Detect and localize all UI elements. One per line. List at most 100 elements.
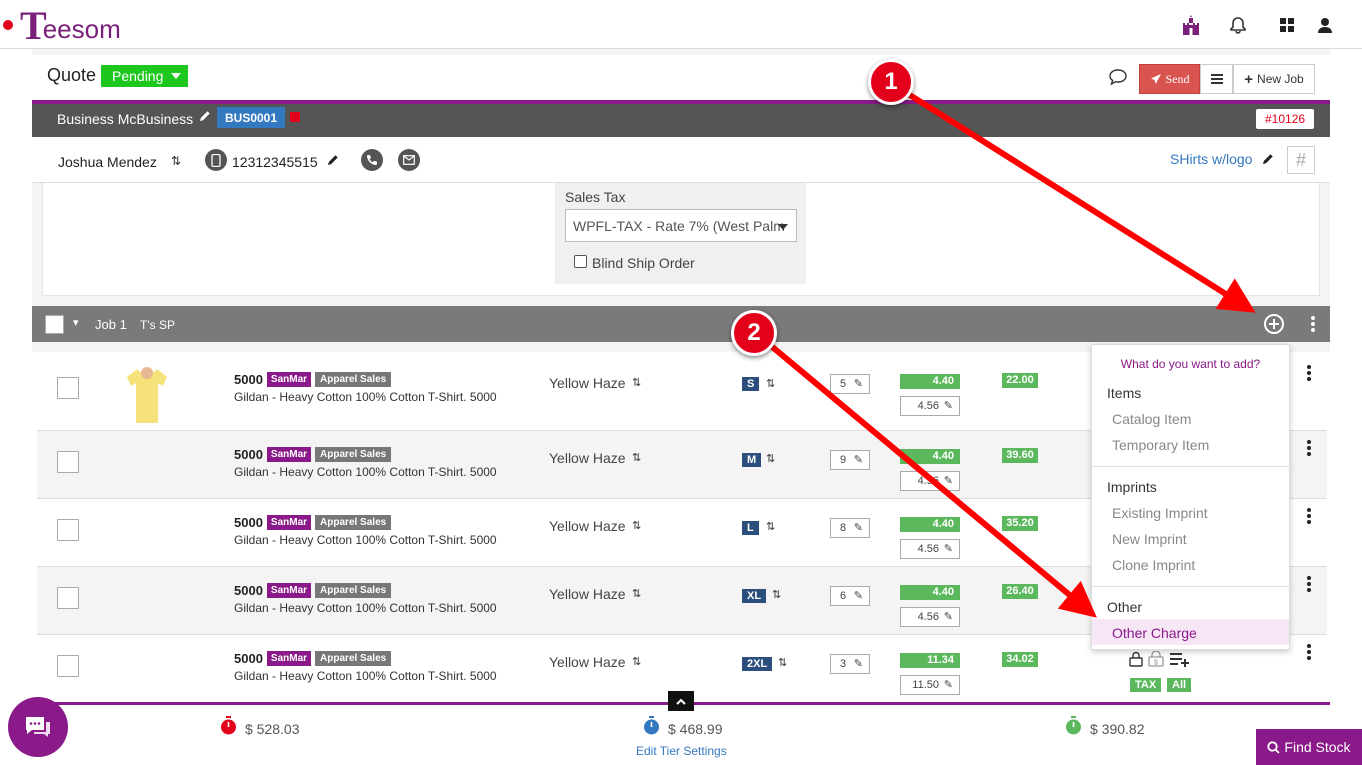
menu-item-new-imprint[interactable]: New Imprint xyxy=(1112,531,1187,547)
job-name-link[interactable]: SHirts w/logo xyxy=(1170,151,1252,167)
swap-color-icon[interactable]: ⇅ xyxy=(632,376,641,389)
item-description: Gildan - Heavy Cotton 100% Cotton T-Shir… xyxy=(234,533,497,547)
callout-step-1: 1 xyxy=(868,59,914,105)
menu-button[interactable] xyxy=(1200,64,1233,94)
chevron-down-icon[interactable]: ▾ xyxy=(73,316,79,329)
price-override-field[interactable]: 4.56 ✎ xyxy=(900,396,960,416)
job-bar xyxy=(32,306,1330,342)
job-name[interactable]: T's SP xyxy=(140,318,175,332)
new-job-button[interactable]: + New Job xyxy=(1233,64,1315,94)
email-icon[interactable] xyxy=(398,149,420,171)
user-icon[interactable] xyxy=(1314,14,1336,36)
unit-price: 4.40 xyxy=(900,585,960,600)
find-stock-button[interactable]: Find Stock xyxy=(1256,729,1362,765)
swap-size-icon[interactable]: ⇅ xyxy=(766,520,775,533)
pencil-icon[interactable] xyxy=(199,110,211,125)
price-override-field[interactable]: 4.56 ✎ xyxy=(900,539,960,559)
swap-contact-icon[interactable]: ⇅ xyxy=(171,154,181,168)
pencil-icon[interactable] xyxy=(1262,153,1274,168)
job-kebab-icon[interactable] xyxy=(1311,316,1315,334)
row-kebab-icon[interactable] xyxy=(1307,644,1311,662)
row-checkbox[interactable] xyxy=(57,519,79,541)
send-button[interactable]: Send xyxy=(1139,64,1200,94)
pencil-icon: ✎ xyxy=(943,475,953,487)
tshirt-image[interactable] xyxy=(125,367,169,428)
bell-icon[interactable] xyxy=(1227,14,1249,36)
contact-phone[interactable]: 12312345515 xyxy=(232,154,318,170)
row-kebab-icon[interactable] xyxy=(1307,365,1311,383)
sales-tax-select[interactable]: WPFL-TAX - Rate 7% (West Palm xyxy=(565,209,797,242)
menu-item-catalog-item[interactable]: Catalog Item xyxy=(1112,411,1191,427)
item-color[interactable]: Yellow Haze xyxy=(549,586,626,602)
lock-icon[interactable] xyxy=(1129,651,1143,670)
swap-color-icon[interactable]: ⇅ xyxy=(632,655,641,668)
grid-icon[interactable] xyxy=(1276,14,1298,36)
tax-tag[interactable]: TAX xyxy=(1130,678,1162,692)
pencil-icon: ✎ xyxy=(853,590,863,602)
row-kebab-icon[interactable] xyxy=(1307,576,1311,594)
menu-item-clone-imprint[interactable]: Clone Imprint xyxy=(1112,557,1195,573)
comment-icon[interactable] xyxy=(1108,68,1128,89)
quantity-field[interactable]: 5 ✎ xyxy=(830,374,870,394)
menu-item-other-charge[interactable]: Other Charge xyxy=(1112,625,1197,641)
swap-size-icon[interactable]: ⇅ xyxy=(766,377,775,390)
price-override-field[interactable]: 11.50 ✎ xyxy=(900,675,960,695)
pencil-icon[interactable] xyxy=(327,154,339,169)
row-checkbox[interactable] xyxy=(57,587,79,609)
total-green-value: $ 390.82 xyxy=(1090,721,1145,737)
row-checkbox[interactable] xyxy=(57,377,79,399)
business-code-badge[interactable]: BUS0001 xyxy=(217,107,286,128)
castle-icon[interactable] xyxy=(1180,14,1202,36)
page-title: Quote xyxy=(47,65,97,85)
add-circle-icon[interactable] xyxy=(1263,313,1285,338)
add-list-icon[interactable] xyxy=(1170,652,1190,670)
phone-icon[interactable] xyxy=(361,149,383,171)
row-checkbox[interactable] xyxy=(57,655,79,677)
item-color[interactable]: Yellow Haze xyxy=(549,450,626,466)
quantity-field[interactable]: 8 ✎ xyxy=(830,518,870,538)
item-sku[interactable]: 5000 xyxy=(234,651,263,666)
item-sku[interactable]: 5000 xyxy=(234,583,263,598)
swap-color-icon[interactable]: ⇅ xyxy=(632,519,641,532)
contact-name[interactable]: Joshua Mendez xyxy=(58,154,157,170)
menu-item-existing-imprint[interactable]: Existing Imprint xyxy=(1112,505,1208,521)
teesom-logo[interactable]: Teesom xyxy=(20,6,121,46)
quantity-field[interactable]: 6 ✎ xyxy=(830,586,870,606)
row-checkbox[interactable] xyxy=(57,451,79,473)
item-sku[interactable]: 5000 xyxy=(234,372,263,387)
item-color[interactable]: Yellow Haze xyxy=(549,375,626,391)
item-color[interactable]: Yellow Haze xyxy=(549,654,626,670)
search-icon xyxy=(1267,740,1281,754)
all-tag[interactable]: All xyxy=(1167,678,1192,692)
chat-icon xyxy=(26,717,50,737)
item-color[interactable]: Yellow Haze xyxy=(549,518,626,534)
price-override-field[interactable]: 4.56 ✎ xyxy=(900,471,960,491)
svg-text:$: $ xyxy=(1154,660,1158,667)
swap-size-icon[interactable]: ⇅ xyxy=(766,452,775,465)
swap-color-icon[interactable]: ⇅ xyxy=(632,587,641,600)
chat-widget-button[interactable] xyxy=(8,697,68,757)
item-sku[interactable]: 5000 xyxy=(234,515,263,530)
pencil-icon: ✎ xyxy=(943,611,953,623)
item-description: Gildan - Heavy Cotton 100% Cotton T-Shir… xyxy=(234,465,497,479)
swap-color-icon[interactable]: ⇅ xyxy=(632,451,641,464)
price-override-field[interactable]: 4.56 ✎ xyxy=(900,607,960,627)
quantity-field[interactable]: 3 ✎ xyxy=(830,654,870,674)
business-name[interactable]: Business McBusiness xyxy=(57,111,193,127)
swap-size-icon[interactable]: ⇅ xyxy=(772,588,781,601)
expand-footer-button[interactable] xyxy=(668,691,694,711)
blind-ship-checkbox[interactable] xyxy=(574,255,587,268)
swap-size-icon[interactable]: ⇅ xyxy=(778,656,787,669)
job-select-checkbox[interactable] xyxy=(45,315,64,334)
status-dropdown[interactable]: Pending xyxy=(101,65,188,87)
edit-tier-settings-link[interactable]: Edit Tier Settings xyxy=(636,744,727,758)
item-sku[interactable]: 5000 xyxy=(234,447,263,462)
row-kebab-icon[interactable] xyxy=(1307,440,1311,458)
price-lock-icon[interactable]: $ xyxy=(1148,650,1164,670)
hashtag-icon[interactable]: # xyxy=(1287,146,1315,174)
quote-number-badge: #10126 xyxy=(1256,109,1315,129)
pencil-icon: ✎ xyxy=(943,679,953,691)
row-kebab-icon[interactable] xyxy=(1307,508,1311,526)
quantity-field[interactable]: 9 ✎ xyxy=(830,450,870,470)
menu-item-temporary-item[interactable]: Temporary Item xyxy=(1112,437,1209,453)
